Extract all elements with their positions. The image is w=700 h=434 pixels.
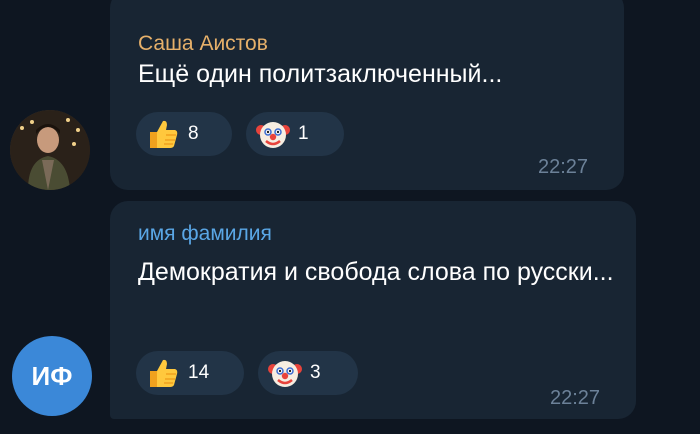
message-bubble[interactable]: Саша Аистов Ещё один политзаключенный...… bbox=[110, 0, 624, 190]
message-time: 22:27 bbox=[550, 387, 601, 409]
reaction-count: 8 bbox=[188, 123, 199, 144]
reaction-clown[interactable]: 1 bbox=[246, 112, 344, 156]
message-bubble[interactable]: имя фамилия Демократия и свобода слова п… bbox=[110, 201, 636, 419]
reaction-count: 3 bbox=[310, 362, 321, 383]
thumbs-up-icon bbox=[150, 359, 178, 387]
thumbs-up-icon bbox=[150, 120, 178, 148]
clown-icon bbox=[268, 361, 302, 387]
avatar-photo bbox=[10, 110, 90, 190]
clown-icon bbox=[256, 122, 290, 148]
reaction-clown[interactable]: 3 bbox=[258, 351, 358, 395]
avatar-initials: ИФ bbox=[31, 360, 73, 391]
reaction-thumbs-up[interactable]: 14 bbox=[136, 351, 244, 395]
sender-name[interactable]: имя фамилия bbox=[138, 222, 272, 246]
message-text: Демократия и свобода слова по русски... bbox=[138, 258, 614, 286]
avatar[interactable] bbox=[10, 110, 90, 190]
avatar[interactable]: ИФ bbox=[12, 336, 92, 416]
sender-name[interactable]: Саша Аистов bbox=[138, 32, 268, 56]
message-text: Ещё один политзаключенный... bbox=[138, 60, 503, 88]
chat-view: Саша Аистов Ещё один политзаключенный...… bbox=[0, 0, 700, 434]
reaction-thumbs-up[interactable]: 8 bbox=[136, 112, 232, 156]
message-time: 22:27 bbox=[538, 156, 589, 178]
reaction-count: 1 bbox=[298, 123, 309, 144]
reaction-count: 14 bbox=[188, 362, 210, 383]
